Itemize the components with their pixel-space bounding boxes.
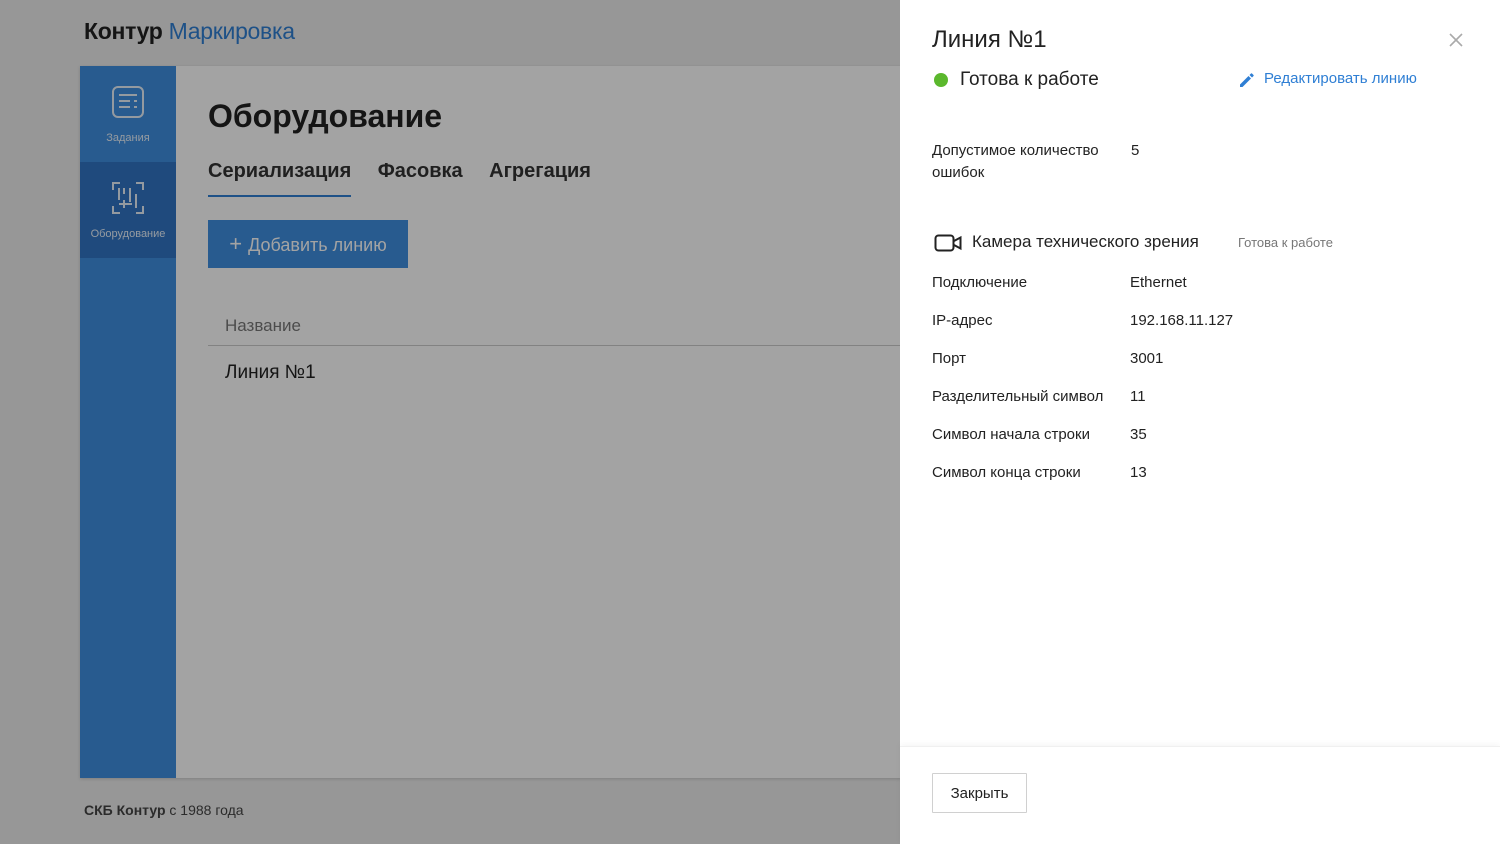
device-properties: Подключение Ethernet IP-адрес 192.168.11… <box>932 274 1452 502</box>
property-row: Символ конца строки 13 <box>932 464 1452 502</box>
device-status: Готова к работе <box>1238 235 1333 250</box>
property-key: Порт <box>932 350 967 367</box>
line-details-panel: Линия №1 Готова к работе Редактировать л… <box>900 0 1500 844</box>
status-dot-icon <box>934 73 948 87</box>
property-key: Разделительный символ <box>932 388 1104 405</box>
property-row: IP-адрес 192.168.11.127 <box>932 312 1452 350</box>
camera-icon <box>934 234 962 252</box>
property-key: Подключение <box>932 274 1028 291</box>
property-value: 35 <box>1130 426 1147 443</box>
allowed-errors-label: Допустимое количество ошибок <box>932 142 1099 181</box>
property-value: Ethernet <box>1130 274 1187 291</box>
property-row: Порт 3001 <box>932 350 1452 388</box>
property-key: Символ начала строки <box>932 426 1090 443</box>
property-key: Символ конца строки <box>932 464 1081 481</box>
panel-title: Линия №1 <box>932 26 1047 53</box>
allowed-errors-value: 5 <box>1131 142 1140 159</box>
device-name: Камера технического зрения <box>972 232 1199 251</box>
property-value: 3001 <box>1130 350 1164 367</box>
pencil-icon <box>1240 73 1254 87</box>
property-row: Подключение Ethernet <box>932 274 1452 312</box>
property-value: 11 <box>1130 388 1146 405</box>
panel-footer: Закрыть <box>900 746 1500 844</box>
property-value: 13 <box>1130 464 1147 481</box>
property-row: Символ начала строки 35 <box>932 426 1452 464</box>
edit-line-label: Редактировать линию <box>1264 70 1417 87</box>
property-row: Разделительный символ 11 <box>932 388 1452 426</box>
device-header: Камера технического зрения Готова к рабо… <box>932 230 1452 256</box>
property-value: 192.168.11.127 <box>1130 312 1234 329</box>
status-text: Готова к работе <box>960 69 1099 90</box>
close-icon[interactable] <box>1446 30 1466 50</box>
close-button[interactable]: Закрыть <box>932 773 1027 813</box>
property-key: IP-адрес <box>932 312 993 329</box>
